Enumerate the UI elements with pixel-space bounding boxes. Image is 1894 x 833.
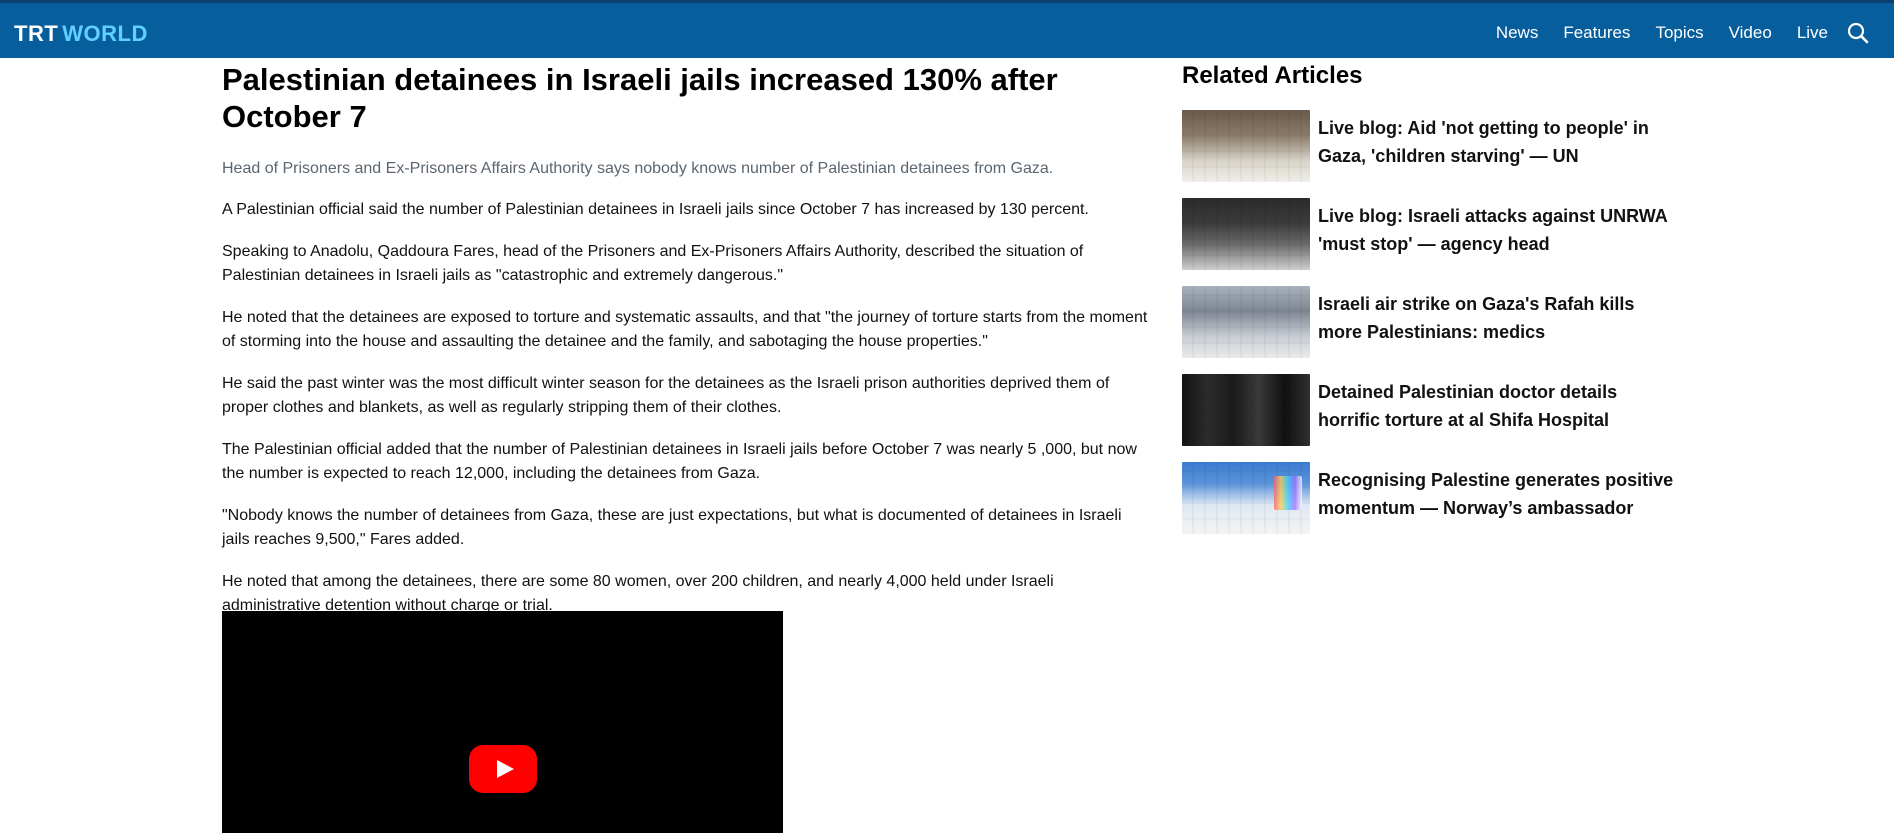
top-navigation-bar: TRT WORLD News Features Topics Video Liv… xyxy=(0,0,1894,58)
related-articles-heading: Related Articles xyxy=(1182,62,1363,89)
youtube-play-icon xyxy=(497,760,514,778)
related-article-thumbnail[interactable] xyxy=(1182,110,1310,182)
related-article-thumbnail[interactable] xyxy=(1182,198,1310,270)
related-article-title[interactable]: Detained Palestinian doctor details horr… xyxy=(1318,378,1678,434)
youtube-play-button[interactable] xyxy=(469,745,537,793)
logo-trt-text: TRT xyxy=(14,21,59,46)
logo-world-text: WORLD xyxy=(62,21,148,46)
related-article-title[interactable]: Live blog: Aid 'not getting to people' i… xyxy=(1318,114,1678,170)
nav-video[interactable]: Video xyxy=(1729,21,1772,45)
search-button[interactable] xyxy=(1846,21,1870,45)
thumbnail-accent xyxy=(1274,476,1302,510)
related-article-title[interactable]: Live blog: Israeli attacks against UNRWA… xyxy=(1318,202,1678,258)
thumbnail-overlay xyxy=(1182,198,1310,270)
thumbnail-overlay xyxy=(1182,374,1310,446)
article-paragraph: The Palestinian official added that the … xyxy=(222,441,1137,482)
article-paragraph: "Nobody knows the number of detainees fr… xyxy=(222,507,1122,548)
thumbnail-overlay xyxy=(1182,286,1310,358)
article-lede: Head of Prisoners and Ex-Prisoners Affai… xyxy=(222,160,1054,177)
article-title: Palestinian detainees in Israeli jails i… xyxy=(222,62,1058,134)
related-article-title[interactable]: Recognising Palestine generates positive… xyxy=(1318,466,1678,522)
article-paragraph: A Palestinian official said the number o… xyxy=(222,201,1089,218)
nav-features[interactable]: Features xyxy=(1563,21,1630,45)
related-articles-panel: Related Articles Live blog: Aid 'not get… xyxy=(1182,58,1702,534)
related-article-item[interactable]: Live blog: Aid 'not getting to people' i… xyxy=(1182,110,1702,182)
search-icon xyxy=(1847,22,1869,44)
article-main: Palestinian detainees in Israeli jails i… xyxy=(222,58,1150,618)
nav-news[interactable]: News xyxy=(1496,21,1539,45)
embedded-video-player[interactable] xyxy=(222,611,783,833)
related-article-title[interactable]: Israeli air strike on Gaza's Rafah kills… xyxy=(1318,290,1678,346)
related-article-item[interactable]: Israeli air strike on Gaza's Rafah kills… xyxy=(1182,286,1702,358)
thumbnail-overlay xyxy=(1182,110,1310,182)
related-article-item[interactable]: Detained Palestinian doctor details horr… xyxy=(1182,374,1702,446)
nav-live[interactable]: Live xyxy=(1797,21,1828,45)
article-paragraph: He noted that the detainees are exposed … xyxy=(222,309,1148,350)
article-paragraph: Speaking to Anadolu, Qaddoura Fares, hea… xyxy=(222,243,1084,284)
nav-topics[interactable]: Topics xyxy=(1655,21,1703,45)
related-article-thumbnail[interactable] xyxy=(1182,286,1310,358)
related-article-thumbnail[interactable] xyxy=(1182,462,1310,534)
related-article-thumbnail[interactable] xyxy=(1182,374,1310,446)
main-nav: News Features Topics Video Live xyxy=(1496,21,1828,45)
article-paragraph: He said the past winter was the most dif… xyxy=(222,375,1110,416)
related-article-item[interactable]: Live blog: Israeli attacks against UNRWA… xyxy=(1182,198,1702,270)
trt-world-logo[interactable]: TRT WORLD xyxy=(14,21,148,47)
related-article-item[interactable]: Recognising Palestine generates positive… xyxy=(1182,462,1702,534)
